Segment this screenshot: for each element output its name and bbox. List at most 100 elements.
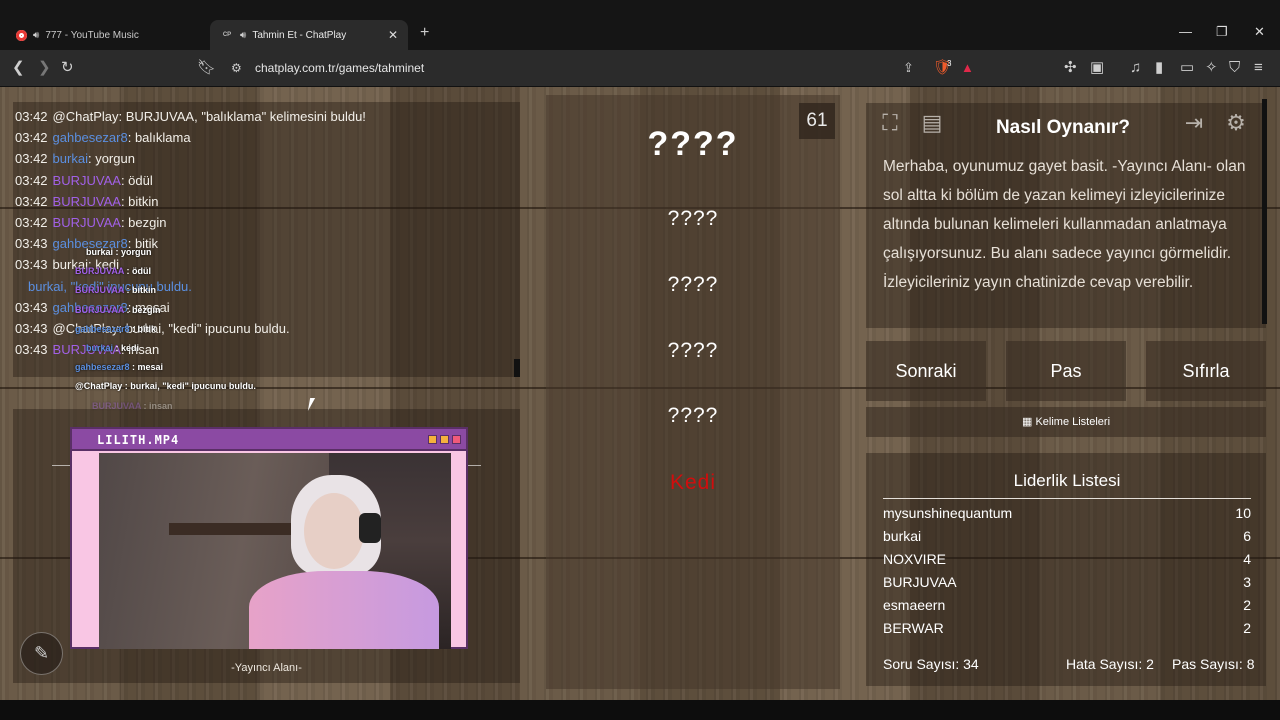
logout-icon[interactable]: ⇥ (1176, 107, 1212, 139)
chat-timestamp: 03:43 (15, 321, 48, 336)
speaker-icon[interactable]: 🔊︎ (33, 30, 39, 41)
overlay-text: : kedi (113, 343, 140, 353)
player-name: esmaeern (883, 597, 946, 613)
divider (52, 465, 70, 466)
document-icon: ▦ (1021, 416, 1033, 428)
game-page: 03:42 @ChatPlay: BURJUVAA, "balıklama" ke… (0, 87, 1280, 700)
webcam-window: LILITH.MP4 (70, 427, 468, 649)
overlay-message: @ChatPlay : burkai, "kedi" ipucunu buldu… (75, 381, 256, 391)
bookmark-icon[interactable]: 🔖︎ (197, 58, 216, 78)
hint-word-found: Kedi (669, 471, 717, 494)
chat-timestamp: 03:43 (15, 257, 48, 273)
player-score: 2 (1243, 597, 1251, 613)
chat-timestamp: 03:42 (15, 130, 48, 146)
forward-icon[interactable]: ❯ (38, 58, 51, 78)
menu-icon[interactable]: ≡ (1254, 58, 1263, 78)
wallet-icon[interactable]: ▭ (1180, 58, 1194, 78)
player-score: 3 (1243, 574, 1251, 590)
pass-button[interactable]: Pas (1006, 341, 1126, 401)
video-shelf (169, 523, 299, 535)
overlay-username: gahbesezar8 (75, 362, 130, 373)
overlay-username: burkai (86, 343, 114, 353)
word-lists-button[interactable]: ▦ Kelime Listeleri (866, 407, 1266, 437)
chat-message: 03:42 BURJUVAA: bitkin (15, 194, 159, 209)
overlay-text: : mesai (129, 362, 164, 373)
chat-timestamp: 03:42 (15, 109, 48, 124)
leaderboard-row: esmaeern 2 (883, 597, 1251, 613)
minimize-icon[interactable]: — (1179, 24, 1192, 39)
close-window-icon[interactable]: ✕ (1254, 24, 1265, 40)
overlay-username: BURJUVAA (75, 266, 125, 277)
sidebar-icon[interactable]: ▮ (1155, 58, 1163, 78)
back-icon[interactable]: ❮ (12, 58, 25, 78)
chat-username: BURJUVAA (52, 172, 121, 188)
share-icon[interactable]: ⇪ (903, 58, 914, 78)
player-name: BURJUVAA (883, 574, 957, 590)
pass-count: Pas Sayısı: 8 (1172, 656, 1255, 672)
rewards-icon[interactable]: ▲ (961, 58, 974, 78)
tab-youtube-music[interactable]: 🔊︎ 777 - YouTube Music (6, 20, 206, 50)
player-name: BERWAR (883, 620, 944, 636)
leaderboard-row: BERWAR 2 (883, 620, 1251, 636)
address-bar[interactable]: chatplay.com.tr/games/tahminet (255, 61, 424, 75)
question-count: Soru Sayısı: 34 (883, 656, 979, 672)
chat-text: : bezgin (120, 215, 167, 230)
chat-timestamp: 03:42 (15, 193, 48, 209)
extensions-icon[interactable]: ✣ (1064, 58, 1077, 78)
chat-scrollbar[interactable] (514, 359, 520, 377)
chat-username: burkai (52, 151, 88, 167)
next-button[interactable]: Sonraki (866, 341, 986, 401)
overlay-message: BURJUVAA : bitkin (75, 285, 156, 295)
reset-button[interactable]: Sıfırla (1146, 341, 1266, 401)
player-score: 2 (1243, 620, 1251, 636)
overlay-message: burkai : yorgun (86, 247, 152, 257)
overlay-message: burkai : kedi (86, 343, 139, 353)
minimize-icon (428, 435, 437, 444)
player-score: 6 (1243, 528, 1251, 544)
overlay-message: gahbesezar8 : mesai (75, 362, 163, 372)
leaderboard-row: NOXVIRE 4 (883, 551, 1251, 567)
tab-chatplay[interactable]: CP 🔊︎ Tahmin Et - ChatPlay ✕ (210, 20, 408, 50)
chat-timestamp: 03:42 (15, 151, 48, 167)
overlay-message: BURJUVAA : ödül (75, 266, 151, 276)
chat-message: 03:42 burkai: yorgun (15, 151, 135, 166)
overlay-text: : bitkin (124, 285, 157, 296)
webcam-video (99, 453, 451, 649)
chat-message: 03:42 BURJUVAA: bezgin (15, 215, 166, 230)
speaker-icon[interactable]: 🔊︎ (240, 30, 246, 41)
extension-badge: 3 (947, 59, 952, 68)
hint-word: ???? (667, 273, 719, 296)
youtube-music-icon (16, 29, 27, 41)
tab-title: 777 - YouTube Music (45, 29, 139, 41)
new-tab-button[interactable]: + (420, 24, 429, 42)
webcam-titlebar: LILITH.MP4 (72, 429, 466, 451)
chat-timestamp: 03:43 (15, 299, 48, 315)
chat-username: BURJUVAA (52, 193, 121, 209)
chat-message: 03:42 @ChatPlay: BURJUVAA, "balıklama" ke… (15, 109, 366, 124)
edit-pencil-button[interactable]: ✎ (20, 632, 63, 675)
reload-icon[interactable]: ↻ (61, 58, 74, 78)
chat-timestamp: 03:42 (15, 172, 48, 188)
how-to-play-scrollbar[interactable] (1262, 99, 1267, 324)
chat-text: : ödül (120, 172, 153, 188)
video-person-body (249, 571, 439, 649)
restore-icon[interactable]: ❐ (1216, 24, 1228, 40)
divider (468, 465, 481, 466)
leaderboard-title: Liderlik Listesi (883, 471, 1251, 499)
close-tab-icon[interactable]: ✕ (388, 28, 398, 42)
leaderboard-row: burkai 6 (883, 528, 1251, 544)
chat-message: 03:42 gahbesezar8: balıklama (15, 130, 191, 145)
hint-word: ???? (667, 339, 719, 362)
overlay-message: gahbesezar8 : bitik (75, 324, 156, 334)
cast-icon[interactable]: ▣ (1090, 58, 1104, 78)
media-icon[interactable]: ♫ (1130, 58, 1141, 78)
overlay-text: : yorgun (113, 247, 152, 257)
bottom-bar (0, 700, 1280, 720)
tab-title: Tahmin Et - ChatPlay (252, 29, 347, 41)
chat-username: gahbesezar8 (52, 130, 128, 146)
error-count: Hata Sayısı: 2 (1066, 656, 1154, 672)
leo-icon[interactable]: ✧ (1205, 58, 1218, 78)
site-settings-icon[interactable]: ⚙ (231, 58, 242, 78)
gear-icon[interactable]: ⚙ (1218, 107, 1254, 139)
vpn-icon[interactable]: ⛉ (1229, 58, 1240, 78)
